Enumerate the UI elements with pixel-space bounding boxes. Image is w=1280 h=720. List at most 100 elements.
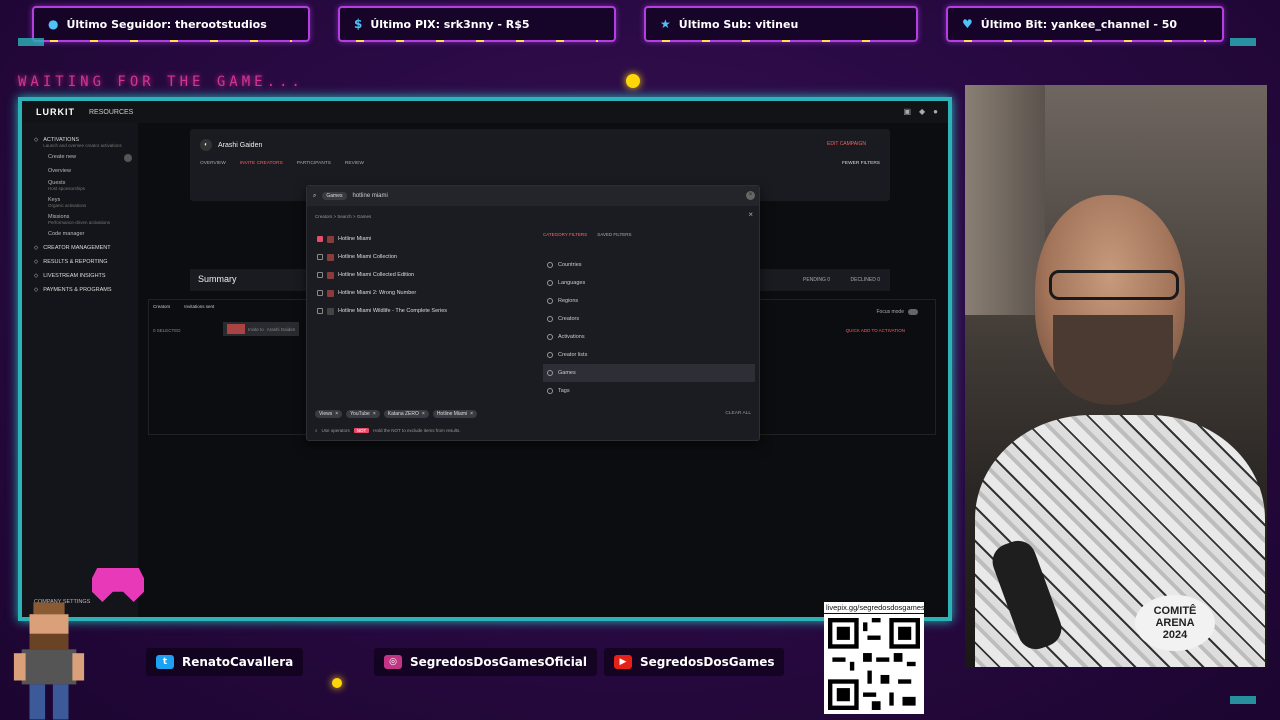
activation-icon — [547, 334, 553, 340]
social-instagram: ◎ SegredosDosGamesOficial — [374, 648, 598, 676]
cart-icon[interactable]: ▣ — [903, 107, 911, 116]
sidebar-item-missions[interactable]: Missions Performance-driven activations — [48, 214, 138, 225]
activations-desc: Launch and oversee creator activations — [43, 143, 122, 148]
category-label: Regions — [558, 298, 579, 304]
result-label: Hotline Miami Collection — [338, 254, 397, 260]
list-item[interactable]: Hotline Miami Wildlife - The Complete Se… — [317, 302, 527, 320]
remove-icon[interactable]: × — [422, 411, 425, 417]
user-icon: ● — [48, 17, 59, 31]
sidebar-item-overview[interactable]: Overview — [48, 168, 138, 174]
chip-label: YouTube — [350, 411, 370, 417]
tab-category-filters[interactable]: CATEGORY FILTERS — [543, 232, 587, 237]
category-regions[interactable]: Regions — [543, 292, 755, 310]
user-icon — [547, 316, 553, 322]
profile-icon[interactable]: ● — [933, 107, 938, 116]
tab-overview[interactable]: OVERVIEW — [200, 161, 226, 166]
list-item[interactable]: Hotline Miami Collection — [317, 248, 527, 266]
sidebar-activations[interactable]: ◇ ACTIVATIONS Launch and oversee creator… — [34, 137, 138, 148]
qr-code[interactable] — [824, 614, 924, 714]
category-languages[interactable]: Languages — [543, 274, 755, 292]
sidebar-creator-management[interactable]: ◇ CREATOR MANAGEMENT — [34, 245, 138, 251]
checkbox[interactable] — [317, 254, 323, 260]
resources-menu[interactable]: RESOURCES — [89, 109, 133, 116]
tab-invitations-sent[interactable]: Invitations sent — [184, 304, 214, 309]
section-label: RESULTS & REPORTING — [43, 259, 108, 265]
category-list: Countries Languages Regions Creators Act… — [543, 256, 755, 400]
result-label: Hotline Miami Wildlife - The Complete Se… — [338, 308, 448, 314]
sidebar-payments-programs[interactable]: ◇ PAYMENTS & PROGRAMS — [34, 287, 138, 293]
result-label: Hotline Miami 2: Wrong Number — [338, 290, 417, 296]
clear-search-icon[interactable]: × — [746, 191, 755, 200]
checkbox[interactable] — [317, 272, 323, 278]
category-games[interactable]: Games — [543, 364, 755, 382]
filter-dropdown: ⌕ Games hotline miami × Creators > Searc… — [306, 185, 760, 441]
clear-all-button[interactable]: CLEAR ALL — [725, 411, 751, 416]
qr-code-icon — [828, 618, 920, 710]
remove-icon[interactable]: × — [373, 411, 376, 417]
category-tags[interactable]: Tags — [543, 382, 755, 400]
filter-search-input[interactable]: hotline miami — [353, 193, 388, 199]
chip-youtube[interactable]: YouTube × — [346, 410, 380, 418]
alert-last-follower: ● Último Seguidor: therootstudios — [32, 6, 310, 42]
game-thumbnail — [327, 289, 334, 297]
background-shelf — [965, 85, 1045, 315]
declined-stat: DECLINED 0 — [851, 277, 880, 283]
pending-stat: PENDING 0 — [803, 277, 830, 283]
search-icon: ⌕ — [315, 428, 318, 433]
list-item[interactable]: Hotline Miami 2: Wrong Number — [317, 284, 527, 302]
remove-icon[interactable]: × — [335, 411, 338, 417]
category-label: Languages — [558, 280, 586, 286]
checkbox[interactable] — [317, 308, 323, 314]
sidebar-item-keys[interactable]: Keys Organic activations — [48, 197, 138, 208]
remove-icon[interactable]: × — [470, 411, 473, 417]
sidebar-results-reporting[interactable]: ◇ RESULTS & REPORTING — [34, 259, 138, 265]
alert-text: Último Sub: vitineu — [678, 17, 799, 31]
close-icon[interactable]: × — [748, 210, 753, 219]
tab-saved-filters[interactable]: SAVED FILTERS — [597, 232, 631, 237]
list-item[interactable]: Hotline Miami Collected Edition — [317, 266, 527, 284]
category-activations[interactable]: Activations — [543, 328, 755, 346]
focus-mode-toggle[interactable]: Focus mode — [876, 309, 918, 315]
category-creator-lists[interactable]: Creator lists — [543, 346, 755, 364]
bell-icon[interactable]: ◆ — [919, 107, 925, 116]
decor-bar — [18, 38, 44, 46]
category-label: Games — [558, 370, 576, 376]
focus-mode-label: Focus mode — [876, 309, 904, 315]
alert-last-pix: $ Último PIX: srk3nny - R$5 — [338, 6, 616, 42]
sidebar-code-manager[interactable]: Code manager — [48, 231, 138, 237]
category-label: Creators — [558, 316, 580, 322]
tab-participants[interactable]: PARTICIPANTS — [297, 161, 331, 166]
tab-creators[interactable]: Creators — [153, 304, 170, 309]
tab-invite-creators[interactable]: INVITE CREATORS — [240, 161, 283, 166]
sidebar-item-desc: Host sponsorships — [48, 186, 86, 191]
app-logo: LURKIT — [36, 107, 75, 117]
section-label: PAYMENTS & PROGRAMS — [43, 287, 112, 293]
edit-campaign-button[interactable]: EDIT CAMPAIGN — [827, 141, 866, 147]
alert-text: Último Seguidor: therootstudios — [66, 17, 267, 31]
checkbox-checked[interactable] — [317, 236, 323, 242]
tab-review[interactable]: REVIEW — [345, 161, 364, 166]
category-creators[interactable]: Creators — [543, 310, 755, 328]
chip-hotline-miami[interactable]: Hotline Miami × — [432, 410, 478, 418]
create-new-button[interactable]: Create new — [48, 154, 138, 162]
sidebar-livestream-insights[interactable]: ◇ LIVESTREAM INSIGHTS — [34, 273, 138, 279]
star-icon: ★ — [660, 17, 671, 31]
section-icon: ◇ — [34, 273, 39, 279]
invite-to-selector[interactable]: Invite to Arashi Gaiden — [223, 322, 300, 336]
fewer-filters-button[interactable]: FEWER FILTERS — [842, 161, 880, 166]
alert-text: Último PIX: srk3nny - R$5 — [370, 17, 530, 31]
main-content: ◐ Arashi Gaiden EDIT CAMPAIGN OVERVIEW I… — [138, 123, 948, 617]
game-results-list: Hotline Miami Hotline Miami Collection H… — [317, 230, 527, 320]
result-label: Hotline Miami Collected Edition — [338, 272, 415, 278]
chip-views[interactable]: Views × — [315, 410, 343, 418]
chip-katana-zero[interactable]: Katana ZERO × — [383, 410, 429, 418]
list-item[interactable]: Hotline Miami — [317, 230, 527, 248]
toggle-switch[interactable] — [908, 309, 918, 315]
category-countries[interactable]: Countries — [543, 256, 755, 274]
game-thumbnail — [327, 253, 334, 261]
checkbox[interactable] — [317, 290, 323, 296]
quick-add-button[interactable]: QUICK ADD TO ACTIVATION — [846, 328, 905, 333]
sidebar-item-quests[interactable]: Quests Host sponsorships — [48, 180, 138, 191]
search-chip-games[interactable]: Games — [322, 192, 347, 200]
topbar-icons: ▣ ◆ ● — [903, 107, 938, 116]
